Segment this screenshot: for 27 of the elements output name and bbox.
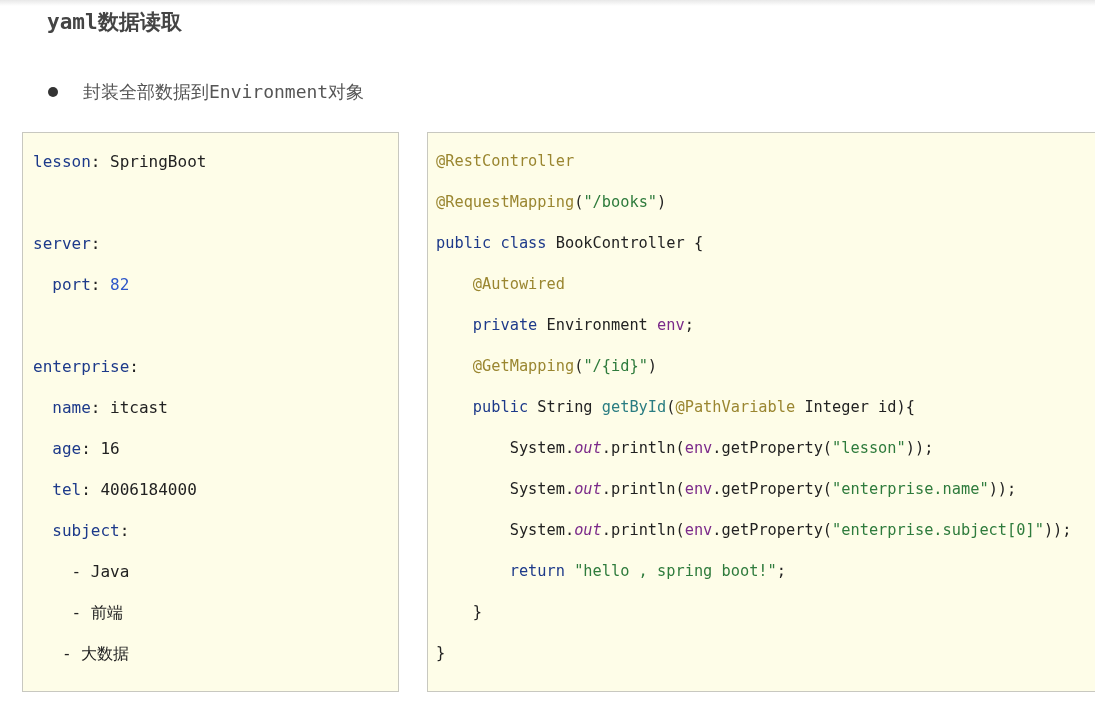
code-line: port: 82 <box>51 274 130 296</box>
code-line: subject: <box>51 520 130 542</box>
code-line: } <box>436 643 446 664</box>
bullet-text: 封装全部数据到Environment对象 <box>83 80 365 104</box>
code-line: System.out.println(env.getProperty("enterprise.subject[0]")); <box>508 520 1072 541</box>
code-line: System.out.println(env.getProperty("enterprise.name")); <box>508 479 1017 500</box>
code-line: server: <box>33 233 101 255</box>
code-line: System.out.println(env.getProperty("lesson")); <box>508 438 934 459</box>
code-line: lesson: SpringBoot <box>33 151 207 173</box>
code-line: @Autowired <box>471 274 565 295</box>
code-line: tel: 4006184000 <box>51 479 197 501</box>
code-line: @GetMapping("/{id}") <box>471 356 658 377</box>
bullet-icon <box>48 87 58 97</box>
code-line: age: 16 <box>51 438 120 460</box>
code-line: public String getById(@PathVariable Integer id){ <box>471 397 915 418</box>
code-line: @RestController <box>436 151 575 172</box>
code-line: name: itcast <box>51 397 168 419</box>
code-line: } <box>471 602 483 623</box>
code-line: - Java <box>70 561 130 583</box>
code-line: @RequestMapping("/books") <box>436 192 667 213</box>
code-line: - 大数据 <box>60 643 130 665</box>
code-line: public class BookController { <box>436 233 704 254</box>
code-line: enterprise: <box>33 356 139 378</box>
code-line: private Environment env; <box>471 315 694 336</box>
code-line: return "hello , spring boot!"; <box>508 561 786 582</box>
slide-title: yaml数据读取 <box>47 9 182 36</box>
code-line: - 前端 <box>70 602 123 624</box>
